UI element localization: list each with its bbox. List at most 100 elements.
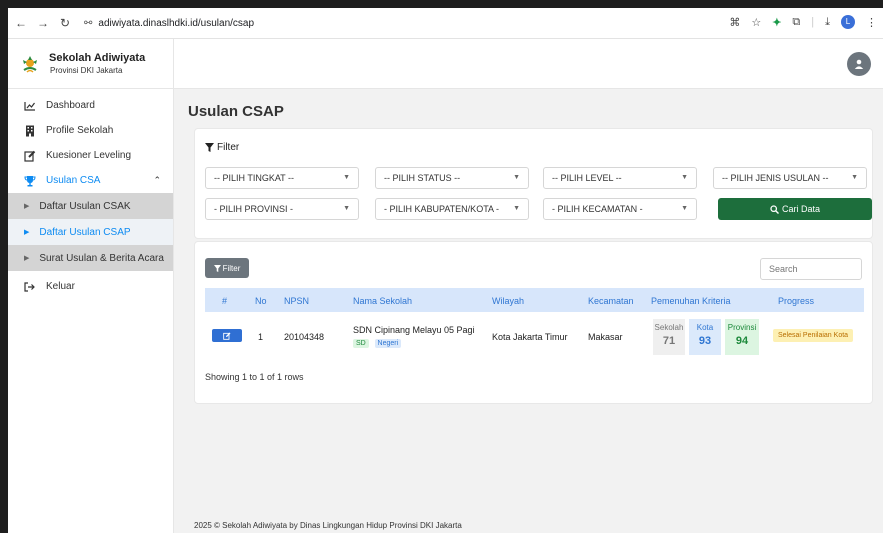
- sidebar-item-usulan-csa[interactable]: Usulan CSA ⌃: [8, 168, 173, 193]
- edit-row-button[interactable]: [212, 329, 242, 342]
- extension-icon[interactable]: ✦: [772, 16, 781, 29]
- th-kecamatan[interactable]: Kecamatan: [588, 296, 634, 306]
- sidebar-item-keluar[interactable]: Keluar: [8, 274, 173, 299]
- select-kabupaten-kota[interactable]: - PILIH KABUPATEN/KOTA - ▼: [375, 198, 529, 220]
- cell-wilayah: Kota Jakarta Timur: [492, 332, 568, 342]
- chevron-down-icon: ▼: [343, 205, 350, 212]
- cari-data-button[interactable]: Cari Data: [718, 198, 872, 220]
- pagination-info: Showing 1 to 1 of 1 rows: [205, 372, 304, 382]
- address-bar[interactable]: ⚯ adiwiyata.dinaslhdki.id/usulan/csap: [84, 18, 254, 29]
- th-pemenuhan-kriteria[interactable]: Pemenuhan Kriteria: [651, 296, 731, 306]
- th-nama-sekolah[interactable]: Nama Sekolah: [353, 296, 412, 306]
- edit-icon: [22, 150, 38, 162]
- progress-badge: Selesai Penilaian Kota: [773, 329, 854, 342]
- edit-icon: [223, 332, 231, 340]
- select-value: -- PILIH TINGKAT --: [214, 173, 295, 183]
- top-navbar: [174, 39, 883, 89]
- page-title: Usulan CSAP: [188, 103, 284, 120]
- sidebar-item-dashboard[interactable]: Dashboard: [8, 93, 173, 118]
- table-search-input[interactable]: Search: [760, 258, 862, 280]
- kriteria-label: Sekolah: [654, 323, 684, 332]
- adiwiyata-logo-icon: [23, 55, 37, 73]
- kriteria-label: Provinsi: [727, 323, 757, 332]
- th-no[interactable]: No: [255, 296, 267, 306]
- profile-avatar[interactable]: L: [841, 15, 855, 29]
- th-progress[interactable]: Progress: [778, 296, 814, 306]
- table-filter-button[interactable]: Filter: [205, 258, 249, 278]
- select-jenis-usulan[interactable]: -- PILIH JENIS USULAN -- ▼: [713, 167, 867, 189]
- cell-kecamatan: Makasar: [588, 332, 623, 342]
- back-icon[interactable]: ←: [12, 16, 30, 30]
- th-wilayah[interactable]: Wilayah: [492, 296, 524, 306]
- sidebar-subitem-surat-usulan[interactable]: ▶ Surat Usulan & Berita Acara: [8, 245, 173, 271]
- select-tingkat[interactable]: -- PILIH TINGKAT -- ▼: [205, 167, 359, 189]
- more-menu-icon[interactable]: ⋮: [866, 16, 877, 29]
- brand-title: Sekolah Adiwiyata: [49, 52, 146, 64]
- sidebar-subitem-daftar-usulan-csap[interactable]: ▶ Daftar Usulan CSAP: [8, 219, 173, 245]
- chevron-down-icon: ▼: [681, 205, 688, 212]
- filter-card: Filter -- PILIH TINGKAT -- ▼ -- PILIH STA…: [194, 128, 873, 239]
- status-badge: Negeri: [374, 339, 402, 348]
- kriteria-kota: Kota 93: [689, 319, 721, 355]
- sidebar-item-kuesioner-leveling[interactable]: Kuesioner Leveling: [8, 143, 173, 168]
- cell-npsn: 20104348: [284, 332, 325, 342]
- chevron-down-icon: ▼: [513, 205, 520, 212]
- sidebar-subitem-label: Surat Usulan & Berita Acara: [39, 252, 164, 264]
- extensions-puzzle-icon[interactable]: ⧉: [792, 16, 800, 29]
- search-placeholder: Search: [769, 264, 798, 274]
- select-kecamatan[interactable]: - PILIH KECAMATAN - ▼: [543, 198, 697, 220]
- sidebar-item-label: Dashboard: [46, 100, 95, 111]
- chevron-down-icon: ▼: [851, 174, 858, 181]
- chevron-down-icon: ▼: [343, 174, 350, 181]
- sidebar-subitem-label: Daftar Usulan CSAP: [39, 226, 131, 238]
- bookmark-star-icon[interactable]: ☆: [751, 16, 761, 29]
- translate-icon[interactable]: ⌘: [729, 16, 740, 29]
- cell-nama-sekolah: SDN Cipinang Melayu 05 Pagi: [353, 325, 475, 335]
- cari-data-label: Cari Data: [781, 204, 820, 214]
- sidebar-item-label: Keluar: [46, 281, 75, 292]
- caret-right-icon: ▶: [24, 255, 30, 262]
- select-value: -- PILIH LEVEL --: [552, 173, 622, 183]
- chevron-up-icon: ⌃: [153, 175, 161, 185]
- forward-icon[interactable]: →: [34, 16, 52, 30]
- select-value: -- PILIH JENIS USULAN --: [722, 173, 829, 183]
- browser-toolbar: ← → ↻ ⚯ adiwiyata.dinaslhdki.id/usulan/c…: [8, 8, 883, 39]
- brand[interactable]: Sekolah Adiwiyata Provinsi DKI Jakarta: [8, 39, 174, 89]
- cell-no: 1: [258, 332, 264, 342]
- building-icon: [22, 125, 38, 137]
- sidebar-item-label: Kuesioner Leveling: [46, 150, 132, 161]
- caret-right-icon: ▶: [24, 203, 30, 210]
- filter-heading: Filter: [205, 142, 239, 153]
- download-icon[interactable]: ⤓: [825, 16, 830, 29]
- th-npsn[interactable]: NPSN: [284, 296, 309, 306]
- chevron-down-icon: ▼: [513, 174, 520, 181]
- select-value: - PILIH KECAMATAN -: [552, 204, 643, 214]
- table-card: Filter Search # No NPSN Nama Sekolah Wil…: [194, 241, 873, 404]
- kriteria-value: 94: [735, 335, 749, 347]
- user-menu-button[interactable]: [847, 52, 871, 76]
- footer-text: 2025 © Sekolah Adiwiyata by Dinas Lingku…: [194, 521, 462, 530]
- caret-right-icon: ▶: [24, 229, 30, 236]
- reload-icon[interactable]: ↻: [56, 16, 74, 30]
- select-value: -- PILIH STATUS --: [384, 173, 461, 183]
- search-icon: [770, 204, 779, 214]
- select-provinsi[interactable]: - PILIH PROVINSI - ▼: [205, 198, 359, 220]
- site-settings-icon[interactable]: ⚯: [84, 18, 92, 29]
- sidebar-subitem-daftar-usulan-csak[interactable]: ▶ Daftar Usulan CSAK: [8, 193, 173, 219]
- kriteria-label: Kota: [696, 323, 714, 332]
- select-value: - PILIH PROVINSI -: [214, 204, 294, 214]
- sidebar-item-profile-sekolah[interactable]: Profile Sekolah: [8, 118, 173, 143]
- chart-line-icon: [22, 101, 38, 111]
- select-status[interactable]: -- PILIH STATUS -- ▼: [375, 167, 529, 189]
- jenjang-badge: SD: [353, 339, 369, 348]
- table-header: # No NPSN Nama Sekolah Wilayah Kecamatan…: [205, 288, 864, 312]
- select-value: - PILIH KABUPATEN/KOTA -: [384, 204, 500, 214]
- kriteria-value: 71: [662, 335, 676, 347]
- filter-icon: [213, 264, 221, 272]
- school-badges: SD Negeri: [353, 337, 404, 348]
- th-hash[interactable]: #: [222, 296, 227, 306]
- browser-window: ← → ↻ ⚯ adiwiyata.dinaslhdki.id/usulan/c…: [8, 8, 883, 533]
- select-level[interactable]: -- PILIH LEVEL -- ▼: [543, 167, 697, 189]
- sidebar-submenu: ▶ Daftar Usulan CSAK ▶ Daftar Usulan CSA…: [8, 193, 173, 271]
- user-icon: [854, 59, 864, 69]
